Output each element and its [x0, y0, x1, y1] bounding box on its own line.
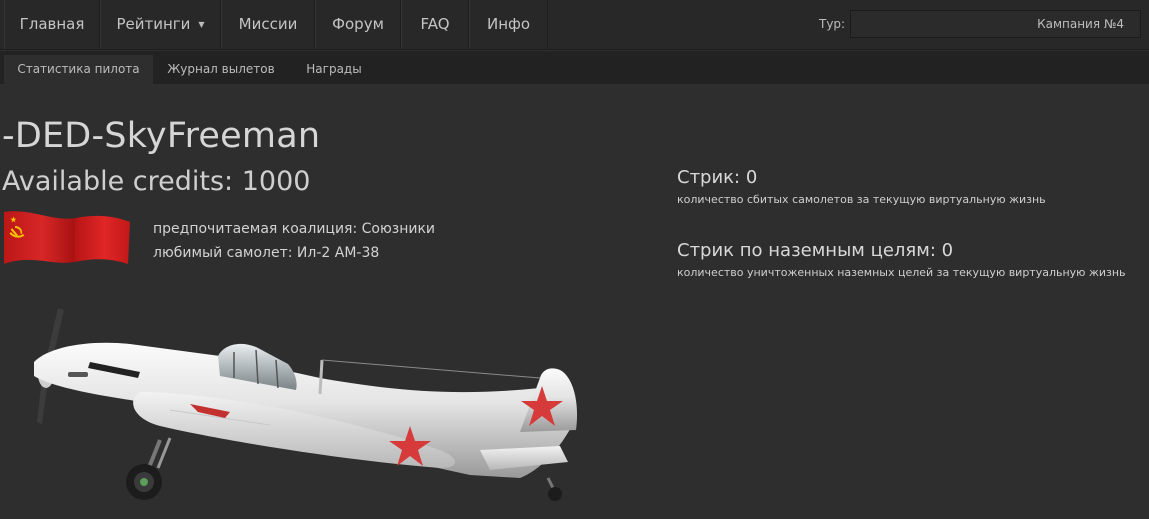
available-credits: Available credits: 1000	[2, 166, 311, 197]
profile-tabs: Статистика пилота Журнал вылетов Награды	[0, 51, 1149, 84]
tour-label: Тур:	[819, 17, 846, 31]
top-navigation: Главная Рейтинги ▼ Миссии Форум FAQ Инфо …	[0, 0, 1149, 50]
il-2-aircraft-image	[34, 308, 578, 501]
ground-streak-title: Стрик по наземным целям: 0	[677, 240, 954, 261]
nav-item-home-label: Главная	[19, 15, 85, 33]
favorite-plane: любимый самолет: Ил-2 АМ-38	[153, 245, 380, 261]
nav-item-forum[interactable]: Форум	[315, 0, 401, 49]
tour-select[interactable]: Кампания №4	[850, 10, 1141, 38]
tab-awards[interactable]: Награды	[294, 55, 374, 84]
air-streak-description: количество сбитых самолетов за текущую в…	[677, 193, 1046, 206]
nav-item-missions-label: Миссии	[238, 15, 298, 33]
nav-item-faq-label: FAQ	[420, 15, 450, 33]
pilot-name: -DED-SkyFreeman	[2, 116, 321, 156]
ground-streak-description: количество уничтоженных наземных целей з…	[677, 266, 1126, 279]
air-streak-title: Стрик: 0	[677, 167, 758, 188]
nav-item-home[interactable]: Главная	[4, 0, 100, 49]
nav-item-forum-label: Форум	[332, 15, 384, 33]
ussr-flag-icon	[4, 211, 130, 264]
nav-item-info[interactable]: Инфо	[469, 0, 548, 49]
caret-down-icon: ▼	[198, 20, 205, 29]
nav-item-ratings-label: Рейтинги	[116, 15, 191, 33]
nav-item-ratings[interactable]: Рейтинги ▼	[100, 0, 221, 49]
nav-item-info-label: Инфо	[486, 15, 531, 33]
tab-awards-label: Награды	[306, 62, 362, 76]
preferred-coalition: предпочитаемая коалиция: Союзники	[153, 221, 436, 237]
tour-select-value: Кампания №4	[1037, 17, 1124, 31]
tab-sortie-log[interactable]: Журнал вылетов	[160, 55, 282, 84]
tab-pilot-stats[interactable]: Статистика пилота	[4, 55, 153, 84]
tab-sortie-log-label: Журнал вылетов	[167, 62, 275, 76]
tab-pilot-stats-label: Статистика пилота	[17, 62, 140, 76]
nav-item-faq[interactable]: FAQ	[401, 0, 469, 49]
nav-item-missions[interactable]: Миссии	[221, 0, 315, 49]
